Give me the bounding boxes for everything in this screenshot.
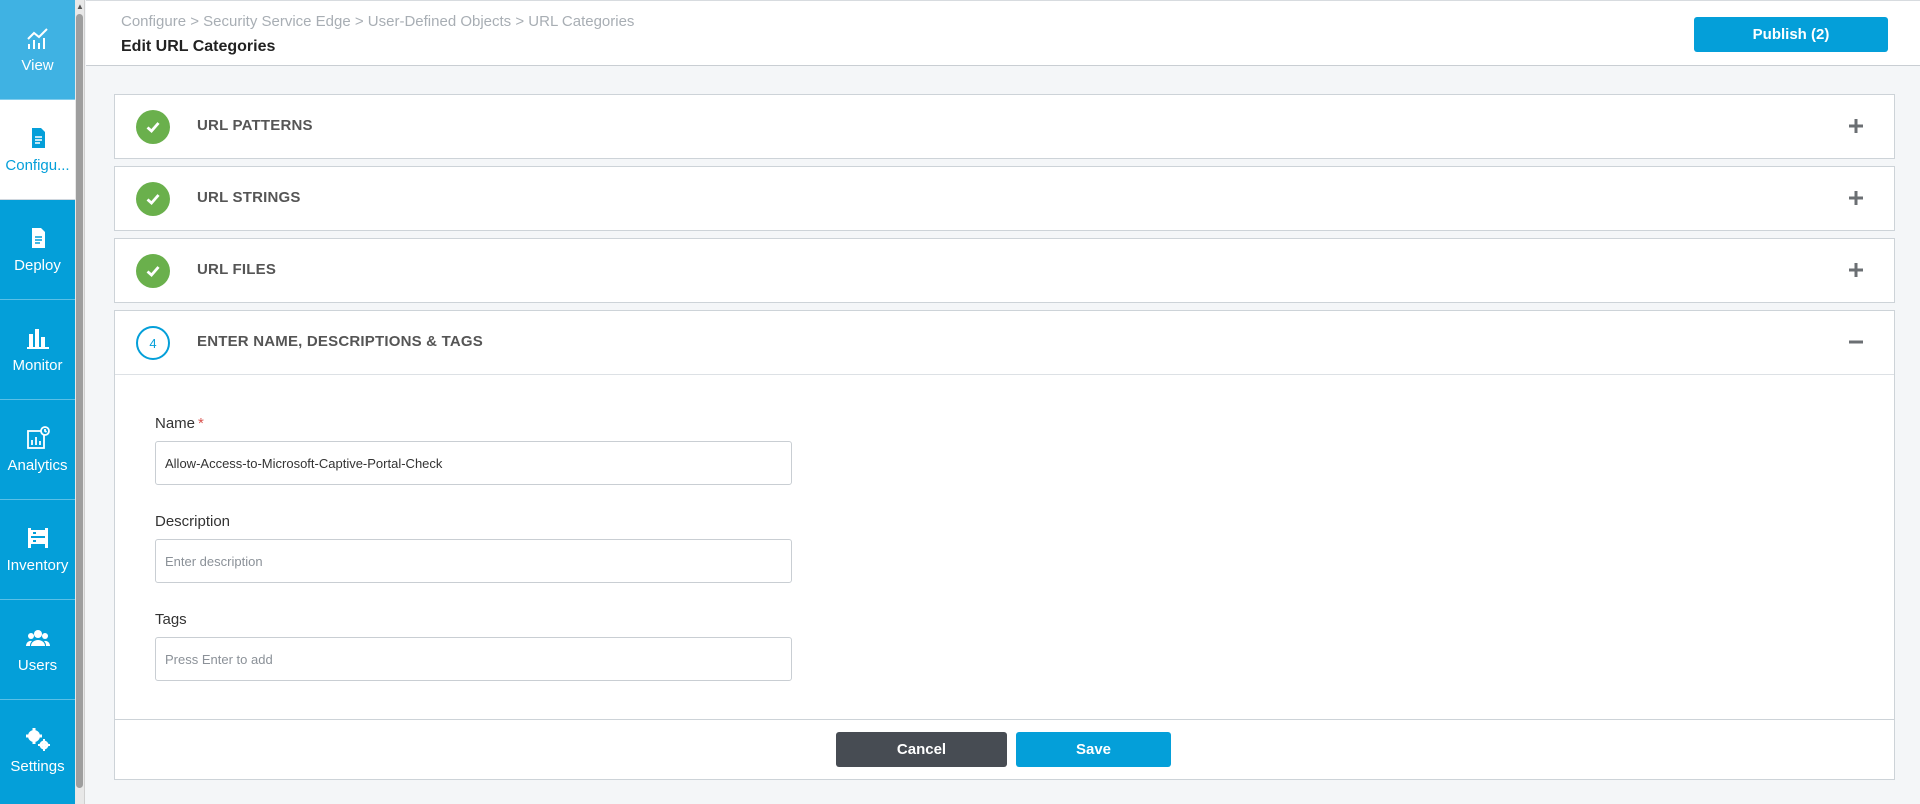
sidebar: View Configu... Deploy Monitor Analytics… (0, 0, 75, 804)
sidebar-item-label: Monitor (12, 357, 63, 374)
collapse-minus-icon[interactable] (1846, 332, 1866, 352)
expand-plus-icon[interactable] (1846, 116, 1866, 136)
sidebar-item-inventory[interactable]: Inventory (0, 500, 75, 600)
sidebar-item-settings[interactable]: Settings (0, 700, 75, 800)
sidebar-item-monitor[interactable]: Monitor (0, 300, 75, 400)
accordion-title: URL STRINGS (197, 189, 301, 206)
tags-field[interactable] (155, 637, 792, 681)
document-icon (31, 128, 45, 148)
scroll-up-icon[interactable]: ▲ (76, 2, 84, 12)
breadcrumb[interactable]: Configure > Security Service Edge > User… (121, 13, 634, 30)
page-header: Configure > Security Service Edge > User… (86, 0, 1920, 66)
tags-label: Tags (155, 611, 187, 628)
accordion-title: URL FILES (197, 261, 277, 278)
document-icon (31, 228, 45, 248)
expand-plus-icon[interactable] (1846, 260, 1866, 280)
step-complete-icon (136, 182, 170, 216)
description-label: Description (155, 513, 231, 530)
accordion-header[interactable]: URL STRINGS (115, 167, 1894, 230)
form-footer: Cancel Save (115, 719, 1894, 779)
accordion-header[interactable]: URL PATTERNS (115, 95, 1894, 158)
cancel-button[interactable]: Cancel (836, 732, 1007, 767)
sidebar-item-deploy[interactable]: Deploy (0, 200, 75, 300)
bar-chart-icon (26, 329, 49, 349)
name-label: Name * (155, 415, 204, 432)
save-button[interactable]: Save (1016, 732, 1171, 767)
sidebar-item-label: View (21, 57, 54, 74)
accordion-header[interactable]: URL FILES (115, 239, 1894, 302)
required-marker: * (198, 415, 204, 432)
publish-button[interactable]: Publish (2) (1694, 17, 1888, 52)
step-complete-icon (136, 254, 170, 288)
name-field[interactable] (155, 441, 792, 485)
sidebar-item-users[interactable]: Users (0, 600, 75, 700)
sidebar-item-label: Configu... (5, 157, 70, 174)
sidebar-item-label: Settings (10, 757, 65, 775)
sidebar-item-configure[interactable]: Configu... (0, 100, 75, 200)
gears-icon (25, 727, 50, 751)
chart-line-icon (26, 28, 48, 49)
accordion-url-patterns: URL PATTERNS (114, 94, 1895, 159)
accordion-body: Name* Description Tags (115, 374, 1894, 721)
sidebar-item-label: Inventory (6, 557, 69, 574)
step-number-badge: 4 (136, 326, 170, 360)
description-field[interactable] (155, 539, 792, 583)
sidebar-item-label: Deploy (14, 257, 61, 274)
analytics-icon (26, 426, 50, 449)
accordion-title: URL PATTERNS (197, 117, 313, 134)
accordion-url-files: URL FILES (114, 238, 1895, 303)
step-complete-icon (136, 110, 170, 144)
sidebar-item-label: Users (17, 657, 58, 674)
sidebar-item-view[interactable]: View (0, 0, 75, 100)
sidebar-item-label: Analytics (7, 457, 68, 474)
expand-plus-icon[interactable] (1846, 188, 1866, 208)
accordion-header[interactable]: 4 ENTER NAME, DESCRIPTIONS & TAGS (115, 311, 1894, 374)
inventory-icon (27, 528, 48, 548)
page-title: Edit URL Categories (121, 38, 276, 55)
sidebar-scrollbar[interactable]: ▲ (75, 0, 85, 804)
users-icon (25, 630, 50, 646)
accordion-url-strings: URL STRINGS (114, 166, 1895, 231)
sidebar-item-analytics[interactable]: Analytics (0, 400, 75, 500)
scrollbar-thumb[interactable] (76, 14, 83, 788)
accordion-title: ENTER NAME, DESCRIPTIONS & TAGS (197, 333, 483, 350)
accordion-name-description-tags: 4 ENTER NAME, DESCRIPTIONS & TAGS Name * … (114, 310, 1895, 780)
